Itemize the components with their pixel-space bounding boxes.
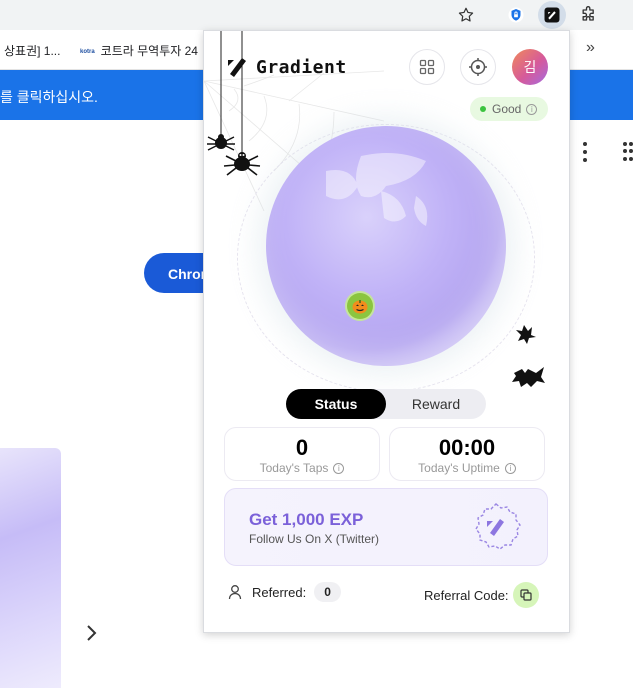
referred-row: Referred: 0 [228,582,341,602]
target-icon [469,58,487,76]
gradient-popup: Gradient 김 Good i Status Reward 0 Today'… [203,30,570,633]
apps-icon [419,59,435,75]
status-badge: Good i [470,97,548,121]
exp-title: Get 1,000 EXP [249,510,364,529]
node-globe [234,121,538,392]
gradient-logo-icon [228,58,246,77]
tab-status[interactable]: Status [286,389,386,419]
taps-label: Today's Taps [259,461,329,475]
grid-menu-icon[interactable] [623,142,633,162]
referred-count: 0 [314,582,341,602]
background-card [0,448,61,688]
bookmark-item[interactable]: 상표권] 1... [4,42,60,59]
uptime-value: 00:00 [438,435,496,460]
target-button[interactable] [460,49,496,85]
status-dot [480,106,486,112]
bookmark-star-icon[interactable] [452,2,480,28]
gradient-logo: Gradient [226,53,347,81]
apps-button[interactable] [409,49,445,85]
uptime-label: Today's Uptime [418,461,500,475]
status-label: Good [492,102,522,116]
bookmark-label: 코트라 무역투자 24 [100,44,198,58]
person-icon [228,585,242,600]
bookmarks-more-button[interactable]: » [586,39,595,57]
world-map-decoration [326,152,428,226]
banner-text: 를 클릭하십시오. [0,89,98,105]
logo-text: Gradient [256,56,347,78]
kotra-logo: kotra [80,48,95,55]
bookmark-item[interactable]: kotra 코트라 무역투자 24 [80,42,198,59]
extensions-puzzle-icon[interactable] [575,2,603,28]
referred-label: Referred: [252,584,307,600]
exp-subtitle: Follow Us On X (Twitter) [249,532,380,546]
gradient-extension-icon[interactable] [538,1,566,29]
exp-task-card[interactable]: Get 1,000 EXP Follow Us On X (Twitter) [224,488,548,566]
copy-referral-button[interactable] [512,582,539,608]
gradient-badge-icon [475,503,521,550]
status-reward-tabs: Status Reward [286,389,486,419]
info-icon[interactable]: i [504,462,516,474]
info-icon[interactable]: i [526,103,538,115]
referral-code-label: Referral Code: [424,587,509,603]
pumpkin-icon[interactable] [347,293,373,319]
stat-card-taps: 0 Today's Taps i [224,427,380,481]
more-vert-icon[interactable] [582,142,588,162]
avatar[interactable]: 김 [512,49,548,85]
shield-extension-icon[interactable] [502,2,530,28]
taps-label-row: Today's Taps i [225,461,379,475]
referral-code-row: Referral Code: [424,582,539,608]
taps-value: 0 [295,435,309,460]
globe [266,126,506,366]
info-icon[interactable]: i [333,462,345,474]
uptime-label-row: Today's Uptime i [390,461,544,475]
tab-reward[interactable]: Reward [386,389,486,419]
chevron-right-icon[interactable] [85,623,99,643]
browser-toolbar [0,0,633,30]
copy-icon [519,589,532,601]
screen: 상표권] 1... kotra 코트라 무역투자 24 » 를 클릭하십시오. C… [0,0,633,688]
stat-card-uptime: 00:00 Today's Uptime i [389,427,545,481]
bat-icon [512,325,545,387]
bookmark-label: 상표권] 1... [4,44,61,58]
